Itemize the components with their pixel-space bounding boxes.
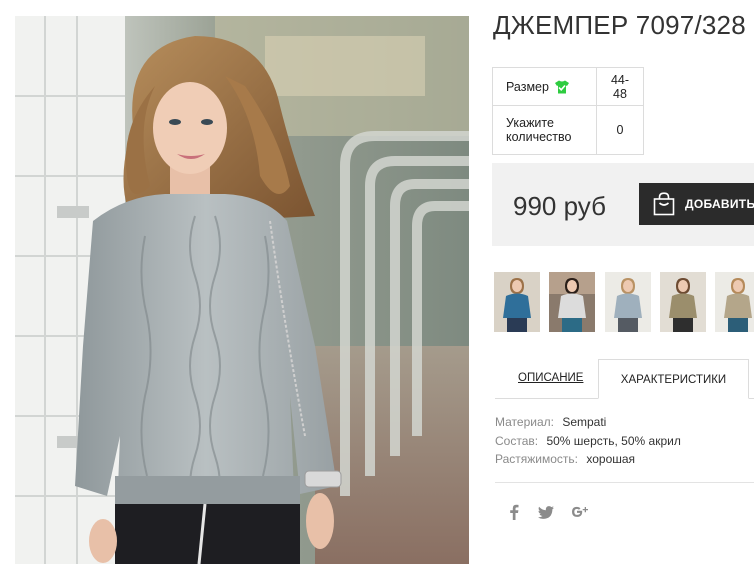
spec-label: Растяжимость: xyxy=(495,452,579,466)
add-to-cart-button[interactable]: ДОБАВИТЬ xyxy=(639,183,754,225)
thumbnail-3[interactable] xyxy=(605,272,651,332)
quantity-label: Укажите количество xyxy=(492,105,597,155)
options-table: Размер 44-48 Укажите количество 0 xyxy=(492,67,644,155)
spec-label: Материал: xyxy=(495,415,554,429)
product-main-photo[interactable] xyxy=(15,16,469,564)
specs-divider xyxy=(495,482,754,483)
google-plus-icon[interactable] xyxy=(571,503,589,521)
add-to-cart-label: ДОБАВИТЬ xyxy=(685,197,754,211)
size-label-cell: Размер xyxy=(492,67,597,106)
quantity-row: Укажите количество 0 xyxy=(492,105,644,155)
size-row: Размер 44-48 xyxy=(492,67,644,106)
price-block: 990 руб ДОБАВИТЬ xyxy=(492,163,754,246)
quantity-label-line2: количество xyxy=(506,130,572,144)
thumbnail-2[interactable] xyxy=(549,272,595,332)
shopping-bag-icon xyxy=(653,192,675,216)
spec-value: 50% шерсть, 50% акрил xyxy=(546,434,681,448)
quantity-input[interactable]: 0 xyxy=(596,105,644,155)
spec-row-stretch: Растяжимость: хорошая xyxy=(495,452,635,466)
spec-label: Состав: xyxy=(495,434,539,448)
twitter-icon[interactable] xyxy=(537,503,555,521)
thumbnail-4[interactable] xyxy=(660,272,706,332)
spec-value: хорошая xyxy=(586,452,636,466)
thumbnail-5[interactable] xyxy=(715,272,754,332)
size-value[interactable]: 44-48 xyxy=(596,67,644,106)
tab-description[interactable]: ОПИСАНИЕ xyxy=(518,372,583,384)
quantity-label-line1: Укажите xyxy=(506,116,554,130)
spec-row-material: Материал: Sempati xyxy=(495,415,606,429)
spec-value: Sempati xyxy=(562,415,607,429)
tab-characteristics[interactable]: ХАРАКТЕРИСТИКИ xyxy=(598,359,749,399)
spec-row-composition: Состав: 50% шерсть, 50% акрил xyxy=(495,434,681,448)
facebook-icon[interactable] xyxy=(505,503,523,521)
thumbnail-1[interactable] xyxy=(494,272,540,332)
product-title: ДЖЕМПЕР 7097/328 xyxy=(493,10,746,40)
size-chart-icon[interactable] xyxy=(554,80,570,94)
price-value: 990 руб xyxy=(513,191,606,221)
size-label: Размер xyxy=(506,79,549,94)
